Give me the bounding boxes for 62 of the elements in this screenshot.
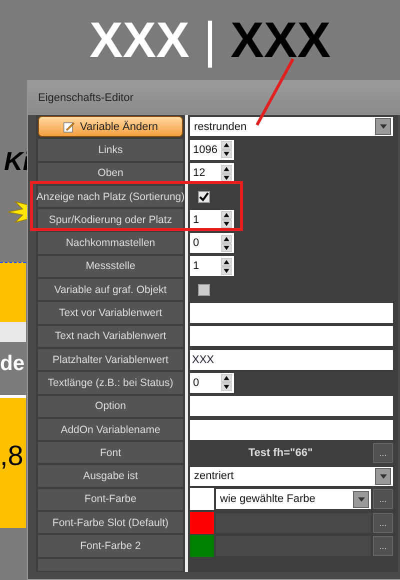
separator-text: | [204,11,216,70]
spin-arrows-icon[interactable] [221,234,232,252]
property-label: Font-Farbe 2 [38,535,183,557]
sign-panel [0,262,26,323]
property-label: Anzeige nach Platz (Sortierung) [38,186,183,208]
header-text: XXX [89,11,190,70]
spin-field[interactable]: 1 [190,256,234,276]
spin-arrows-icon[interactable] [221,211,232,228]
color-swatch[interactable] [190,512,214,534]
edit-variable-button[interactable]: Variable Ändern [38,116,183,138]
dropdown[interactable]: wie gewählte Farbe [216,489,371,510]
text-field[interactable] [190,420,393,440]
property-label: Links [38,139,183,161]
spin-field[interactable]: 12 [190,163,234,184]
property-label: Ausgabe ist [38,465,183,487]
dropdown-value: zentriert [194,470,234,482]
checkbox[interactable] [198,284,210,296]
spin-field[interactable]: 0 [190,233,234,254]
text-field[interactable]: XXX [190,350,393,370]
text-field[interactable] [190,303,393,324]
property-label: AddOn Variablename [38,418,183,440]
spin-arrows-icon[interactable] [221,258,232,275]
color-swatch[interactable] [190,488,214,510]
checkbox[interactable] [198,190,210,203]
property-label: Option [38,396,183,417]
property-label: Text nach Variablenwert [38,326,183,347]
annotation-line [255,57,295,127]
color-swatch[interactable] [190,535,214,557]
edit-icon [62,120,75,133]
partial-text: de [0,352,25,376]
dropdown-value: wie gewählte Farbe [220,493,316,506]
browse-button[interactable]: ... [373,536,393,556]
property-label: Text vor Variablenwert [38,302,183,324]
browse-button[interactable]: ... [373,442,393,463]
spin-field[interactable]: 0 [190,372,234,393]
spin-field[interactable]: 1 [190,210,234,230]
dropdown[interactable]: restrunden [190,117,393,136]
property-label: Nachkommastellen [38,232,183,254]
property-label: Font-Farbe [38,488,183,510]
label-strip [0,322,26,342]
partial-text: ,8 [0,440,24,472]
property-label: Textlänge (z.B.: bei Status) [38,372,183,394]
spin-arrows-icon[interactable] [221,141,232,158]
spin-field[interactable]: 1096 [190,140,234,160]
browse-button[interactable]: ... [373,489,393,510]
spin-arrows-icon[interactable] [221,374,232,392]
text-field[interactable] [190,396,393,416]
text-field[interactable] [190,326,393,346]
property-label: Spur/Kodierung oder Platz [38,209,183,230]
property-label: Font [38,442,183,464]
header-text: XXX [230,11,331,70]
property-label: Variable auf graf. Objekt [38,279,183,300]
property-label: Platzhalter Variablenwert [38,348,183,370]
window-title: Eigenschafts-Editor [28,81,400,115]
property-label: Oben [38,162,183,184]
property-label: Font-Farbe Slot (Default) [38,512,183,534]
font-preview: Test fh="66" [247,446,314,459]
dropdown[interactable]: zentriert [190,466,393,486]
property-label: Messstelle [38,256,183,278]
spin-arrows-icon[interactable] [221,164,232,182]
browse-button[interactable]: ... [373,512,393,533]
dropdown-value: restrunden [194,120,247,133]
